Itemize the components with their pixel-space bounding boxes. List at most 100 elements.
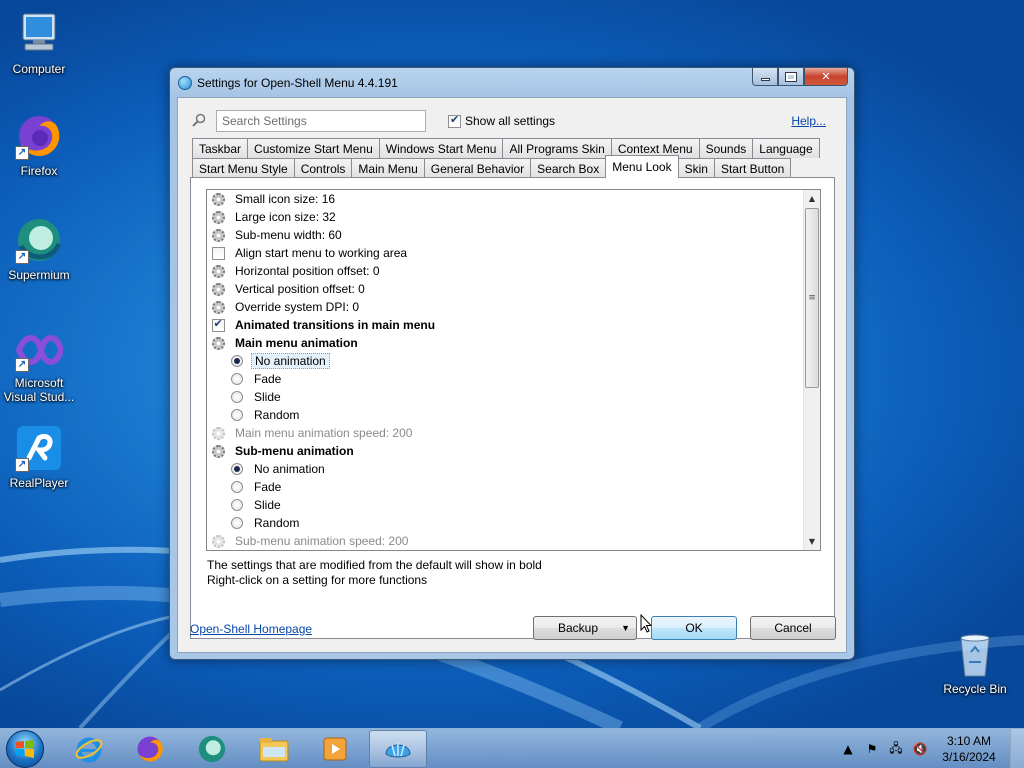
- setting-label: No animation: [251, 353, 330, 369]
- ok-button[interactable]: OK: [651, 616, 737, 640]
- shortcut-arrow-icon: ↗: [15, 358, 29, 372]
- taskbar-file-explorer[interactable]: [245, 730, 303, 768]
- tab-skin[interactable]: Skin: [677, 158, 715, 178]
- start-button[interactable]: [6, 730, 44, 768]
- tab-start-button[interactable]: Start Button: [713, 158, 792, 178]
- setting-row[interactable]: No animation: [230, 460, 328, 478]
- supermium-icon: [198, 735, 226, 763]
- setting-row[interactable]: Override system DPI: 0: [211, 298, 362, 316]
- setting-row[interactable]: Vertical position offset: 0: [211, 280, 368, 298]
- desktop-icon-label: Microsoft Visual Stud...: [3, 376, 75, 404]
- setting-row[interactable]: Animated transitions in main menu: [211, 316, 438, 334]
- dialog-client-area: Search Settings Show all settings Help..…: [177, 97, 847, 653]
- scroll-down-arrow-icon[interactable]: ▼: [804, 533, 820, 550]
- setting-row[interactable]: Slide: [230, 496, 284, 514]
- clock[interactable]: 3:10 AM 3/16/2024: [932, 733, 1006, 765]
- dialog-titlebar[interactable]: Settings for Open-Shell Menu 4.4.191: [178, 73, 398, 93]
- gear-icon: [211, 336, 225, 350]
- close-button[interactable]: ✕: [804, 68, 848, 86]
- taskbar-open-shell-settings[interactable]: [369, 730, 427, 768]
- setting-row[interactable]: Fade: [230, 478, 284, 496]
- show-hidden-icons-button[interactable]: ▲: [839, 741, 857, 757]
- scroll-up-arrow-icon[interactable]: ▲: [804, 190, 820, 207]
- setting-label: Sub-menu width: 60: [235, 228, 342, 242]
- tab-general-behavior[interactable]: General Behavior: [423, 158, 532, 178]
- taskbar-internet-explorer[interactable]: [60, 730, 118, 768]
- minimize-button[interactable]: [752, 68, 778, 86]
- setting-row[interactable]: Fade: [230, 370, 284, 388]
- setting-label: Fade: [254, 480, 282, 494]
- clock-date: 3/16/2024: [942, 750, 996, 764]
- tab-menu-look[interactable]: Menu Look: [605, 155, 679, 178]
- search-input[interactable]: Search Settings: [216, 110, 426, 132]
- setting-row[interactable]: Slide: [230, 388, 284, 406]
- taskbar-media-player[interactable]: [306, 730, 364, 768]
- tab-panel-menu-look: ▲ ≡ ▼ Small icon size: 16 Large icon size…: [190, 177, 835, 639]
- setting-row[interactable]: Main menu animation speed: 200: [211, 424, 415, 442]
- settings-tree[interactable]: ▲ ≡ ▼ Small icon size: 16 Large icon size…: [206, 189, 821, 551]
- cancel-button[interactable]: Cancel: [750, 616, 836, 640]
- radio-icon: [230, 462, 244, 476]
- scroll-thumb[interactable]: ≡: [805, 208, 819, 388]
- taskbar: ▲ ⚑ 🖧 🔇 3:10 AM 3/16/2024: [0, 728, 1024, 768]
- minimize-icon: [760, 78, 770, 81]
- setting-label: Main menu animation speed: 200: [235, 426, 413, 440]
- mouse-cursor-icon: [640, 614, 652, 633]
- setting-row[interactable]: Small icon size: 16: [211, 190, 338, 208]
- tab-customize-start-menu[interactable]: Customize Start Menu: [247, 138, 380, 158]
- recycle-bin-icon: [951, 630, 999, 678]
- tab-sounds[interactable]: Sounds: [698, 138, 754, 158]
- media-player-icon: [323, 737, 347, 761]
- network-icon[interactable]: 🖧: [887, 741, 905, 757]
- action-center-flag-icon[interactable]: ⚑: [863, 741, 881, 757]
- maximize-button[interactable]: [778, 68, 804, 86]
- setting-row[interactable]: Large icon size: 32: [211, 208, 339, 226]
- setting-row[interactable]: Random: [230, 514, 302, 532]
- desktop-icon-realplayer[interactable]: ↗ RealPlayer: [1, 424, 77, 490]
- setting-row[interactable]: Sub-menu animation speed: 200: [211, 532, 411, 550]
- desktop-icon-label: RealPlayer: [9, 476, 69, 490]
- taskbar-firefox[interactable]: [121, 730, 179, 768]
- open-shell-homepage-link[interactable]: Open-Shell Homepage: [190, 622, 312, 636]
- setting-row[interactable]: Main menu animation: [211, 334, 361, 352]
- tab-all-programs-skin[interactable]: All Programs Skin: [502, 138, 612, 158]
- backup-button[interactable]: Backup ▼: [533, 616, 637, 640]
- file-explorer-icon: [259, 738, 289, 762]
- desktop-icon-computer[interactable]: Computer: [1, 10, 77, 76]
- setting-row[interactable]: Horizontal position offset: 0: [211, 262, 383, 280]
- tab-language[interactable]: Language: [752, 138, 820, 158]
- setting-row[interactable]: No animation: [230, 352, 330, 370]
- tab-windows-start-menu[interactable]: Windows Start Menu: [378, 138, 504, 158]
- setting-row[interactable]: Align start menu to working area: [211, 244, 410, 262]
- setting-label: Align start menu to working area: [235, 246, 408, 260]
- desktop-icon-supermium[interactable]: ↗ Supermium: [1, 216, 77, 282]
- info-note-right-click: Right-click on a setting for more functi…: [207, 573, 428, 587]
- shortcut-arrow-icon: ↗: [15, 458, 29, 472]
- taskbar-supermium[interactable]: [183, 730, 241, 768]
- desktop-icon-recycle-bin[interactable]: Recycle Bin: [937, 630, 1013, 696]
- windows-logo-icon: [16, 740, 34, 758]
- setting-row[interactable]: Random: [230, 406, 302, 424]
- setting-label: Random: [254, 516, 300, 530]
- volume-muted-icon[interactable]: 🔇: [911, 741, 929, 757]
- setting-row[interactable]: Sub-menu width: 60: [211, 226, 345, 244]
- show-desktop-button[interactable]: [1010, 729, 1024, 768]
- gear-icon: [211, 264, 225, 278]
- gear-icon: [211, 300, 225, 314]
- vertical-scrollbar[interactable]: ▲ ≡ ▼: [803, 190, 820, 550]
- checkbox[interactable]: [448, 113, 461, 128]
- maximize-icon: [785, 71, 797, 82]
- desktop-icon-firefox[interactable]: ↗ Firefox: [1, 112, 77, 178]
- radio-icon: [230, 516, 244, 530]
- setting-label: No animation: [254, 462, 325, 476]
- tab-main-menu[interactable]: Main Menu: [351, 158, 425, 178]
- firefox-icon: [137, 736, 163, 762]
- setting-row[interactable]: Sub-menu animation: [211, 442, 357, 460]
- help-link[interactable]: Help...: [791, 114, 826, 128]
- tab-search-box[interactable]: Search Box: [530, 158, 607, 178]
- desktop-icon-visual-studio[interactable]: ↗ Microsoft Visual Stud...: [1, 330, 77, 404]
- tab-controls[interactable]: Controls: [293, 158, 353, 178]
- tab-start-menu-style[interactable]: Start Menu Style: [192, 158, 295, 178]
- show-all-settings-checkbox[interactable]: Show all settings: [448, 113, 555, 128]
- tab-taskbar[interactable]: Taskbar: [192, 138, 249, 158]
